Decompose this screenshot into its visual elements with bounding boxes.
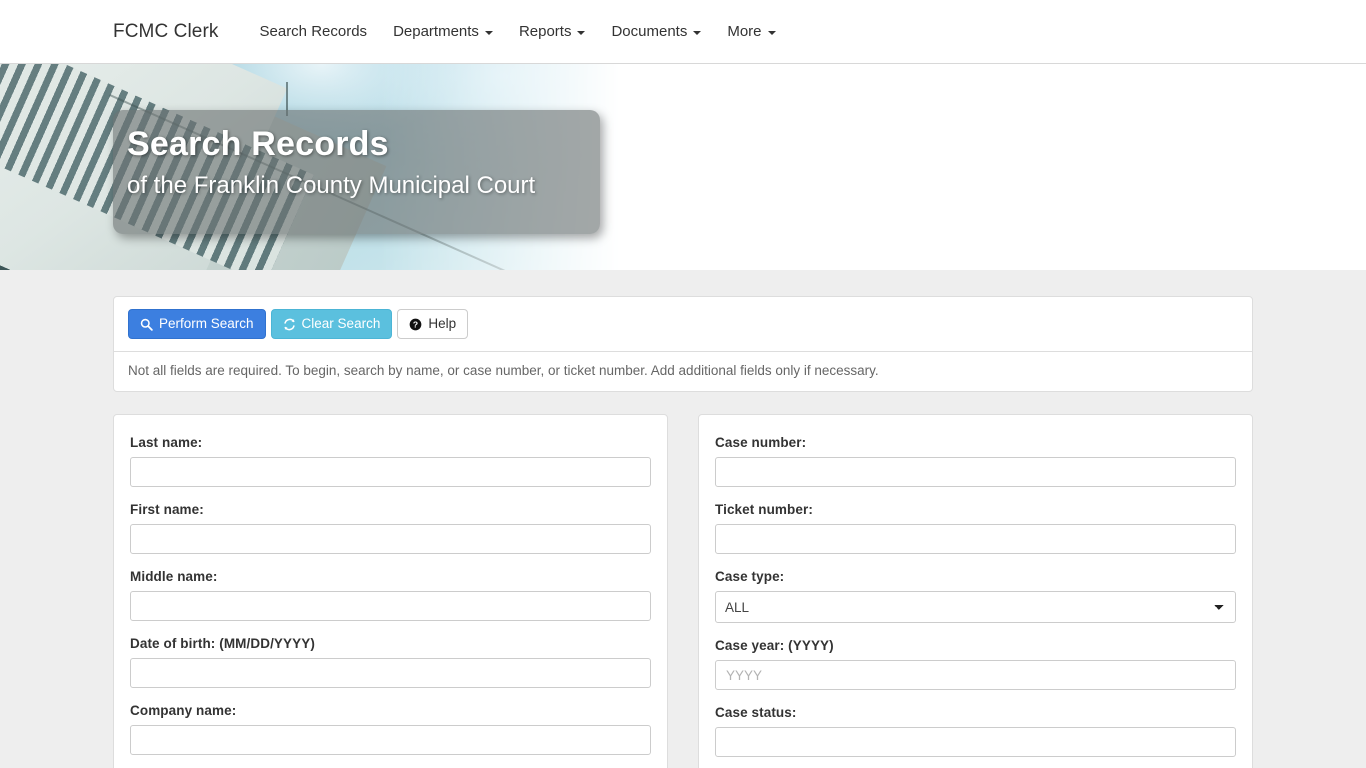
date-of-birth-input[interactable]: [130, 658, 651, 688]
date-of-birth-label: Date of birth: (MM/DD/YYYY): [130, 636, 651, 651]
nav-links: Search Records Departments Reports Docum…: [247, 23, 789, 40]
search-form-row: Last name: First name: Middle name: Date…: [113, 414, 1253, 768]
field-group-last-name: Last name:: [130, 435, 651, 487]
perform-search-button[interactable]: Perform Search: [128, 309, 266, 339]
company-name-input[interactable]: [130, 725, 651, 755]
nav-item-documents[interactable]: Documents: [598, 23, 714, 40]
content-container: Perform Search Clear Search ?: [113, 296, 1253, 768]
svg-text:?: ?: [413, 319, 418, 329]
clear-search-button[interactable]: Clear Search: [271, 309, 393, 339]
perform-search-label: Perform Search: [159, 316, 254, 332]
field-group-case-type: Case type: ALL: [715, 569, 1236, 623]
first-name-label: First name:: [130, 502, 651, 517]
chevron-down-icon: [485, 31, 493, 35]
case-status-label: Case status:: [715, 705, 1236, 720]
case-year-label: Case year: (YYYY): [715, 638, 1236, 653]
case-type-label: Case type:: [715, 569, 1236, 584]
ticket-number-label: Ticket number:: [715, 502, 1236, 517]
chevron-down-icon: [577, 31, 585, 35]
help-label: Help: [428, 316, 456, 332]
search-instructions: Not all fields are required. To begin, s…: [114, 352, 1252, 391]
nav-label: Reports: [519, 23, 572, 40]
case-type-select[interactable]: ALL: [715, 591, 1236, 623]
nav-item-more[interactable]: More: [714, 23, 788, 40]
nav-item-reports[interactable]: Reports: [506, 23, 599, 40]
field-group-middle-name: Middle name:: [130, 569, 651, 621]
hero-caption-plate: Search Records of the Franklin County Mu…: [113, 110, 600, 234]
case-number-input[interactable]: [715, 457, 1236, 487]
nav-label: More: [727, 23, 761, 40]
field-group-company-name: Company name:: [130, 703, 651, 755]
search-form-left-column: Last name: First name: Middle name: Date…: [113, 414, 668, 768]
case-number-label: Case number:: [715, 435, 1236, 450]
case-year-input[interactable]: [715, 660, 1236, 690]
field-group-first-name: First name:: [130, 502, 651, 554]
field-group-case-number: Case number:: [715, 435, 1236, 487]
question-circle-icon: ?: [409, 318, 422, 331]
hero-banner: Search Records of the Franklin County Mu…: [0, 64, 1366, 270]
search-icon: [140, 318, 153, 331]
page-subtitle: of the Franklin County Municipal Court: [127, 170, 600, 201]
help-button[interactable]: ? Help: [397, 309, 468, 339]
chevron-down-icon: [693, 31, 701, 35]
page-title: Search Records: [127, 124, 600, 164]
field-group-case-status: Case status:: [715, 705, 1236, 757]
nav-label: Search Records: [260, 23, 368, 40]
nav-label: Departments: [393, 23, 479, 40]
case-status-input[interactable]: [715, 727, 1236, 757]
ticket-number-input[interactable]: [715, 524, 1236, 554]
clear-search-label: Clear Search: [302, 316, 381, 332]
company-name-label: Company name:: [130, 703, 651, 718]
main-content: Perform Search Clear Search ?: [0, 270, 1366, 768]
first-name-input[interactable]: [130, 524, 651, 554]
nav-item-departments[interactable]: Departments: [380, 23, 506, 40]
last-name-label: Last name:: [130, 435, 651, 450]
nav-item-search-records[interactable]: Search Records: [247, 23, 381, 40]
brand-link[interactable]: FCMC Clerk: [113, 21, 219, 43]
chevron-down-icon: [768, 31, 776, 35]
middle-name-label: Middle name:: [130, 569, 651, 584]
search-form-right-column: Case number: Ticket number: Case type: A…: [698, 414, 1253, 768]
last-name-input[interactable]: [130, 457, 651, 487]
field-group-ticket-number: Ticket number:: [715, 502, 1236, 554]
search-panel: Perform Search Clear Search ?: [113, 296, 1253, 392]
middle-name-input[interactable]: [130, 591, 651, 621]
main-navbar: FCMC Clerk Search Records Departments Re…: [0, 0, 1366, 64]
search-toolbar: Perform Search Clear Search ?: [114, 297, 1252, 352]
refresh-icon: [283, 318, 296, 331]
field-group-date-of-birth: Date of birth: (MM/DD/YYYY): [130, 636, 651, 688]
nav-label: Documents: [611, 23, 687, 40]
field-group-case-year: Case year: (YYYY): [715, 638, 1236, 690]
